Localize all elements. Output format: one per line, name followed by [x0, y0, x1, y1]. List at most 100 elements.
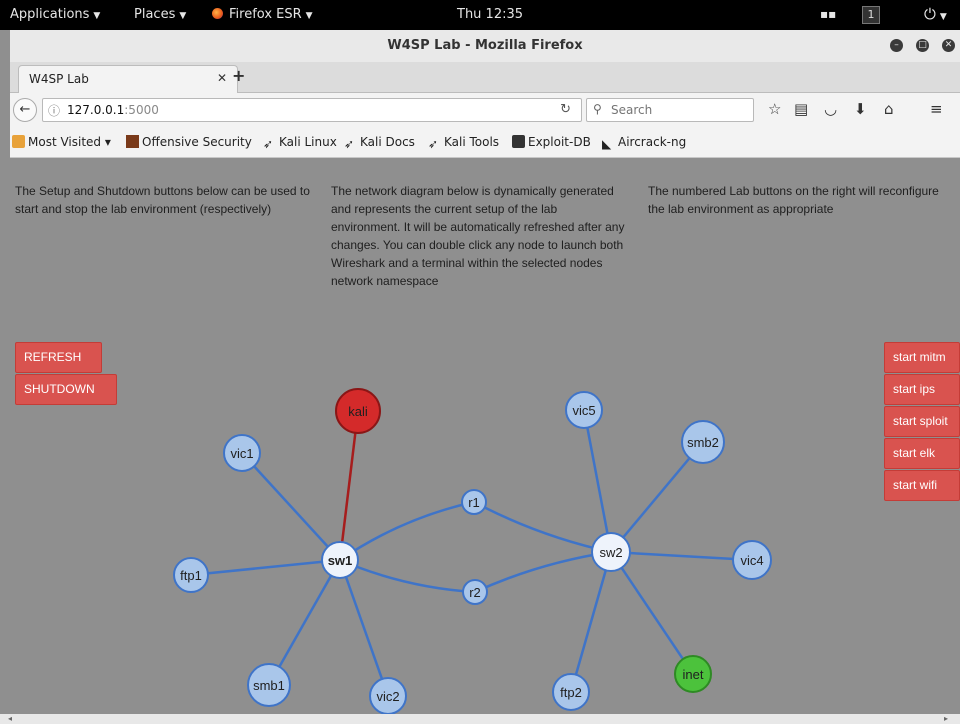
scroll-right-icon[interactable]: ▸	[944, 714, 948, 723]
url-bar[interactable]: ⓘ 127.0.0.1:5000 ↻	[42, 98, 582, 122]
bookmark-offensive-security[interactable]: Offensive Security	[126, 135, 252, 149]
kali-dragon-icon: ➶	[344, 137, 355, 151]
bookmark-kali-docs[interactable]: ➶ Kali Docs	[344, 135, 415, 151]
node-ftp2[interactable]: ftp2	[552, 673, 590, 711]
aircrack-icon: ◣	[602, 137, 612, 151]
home-icon[interactable]: ⌂	[884, 100, 894, 118]
chevron-down-icon: ▼	[93, 11, 101, 21]
link-sw2-vic5	[582, 409, 613, 553]
link-r2-sw2	[474, 550, 612, 594]
node-label: kali	[348, 404, 368, 419]
bookmark-label: Aircrack-ng	[618, 135, 687, 149]
node-label: vic5	[572, 403, 595, 418]
places-label: Places	[134, 7, 176, 22]
node-ftp1[interactable]: ftp1	[173, 557, 209, 593]
search-input[interactable]	[609, 102, 751, 118]
clock[interactable]: Thu 12:35	[457, 7, 523, 22]
camera-icon[interactable]: ▪▪	[820, 7, 836, 21]
node-label: inet	[683, 667, 704, 682]
reload-icon[interactable]: ↻	[560, 102, 571, 117]
scroll-left-icon[interactable]: ◂	[8, 714, 12, 723]
chevron-down-icon: ▼	[305, 11, 313, 21]
node-sw2[interactable]: sw2	[591, 532, 631, 572]
bookmark-label: Most Visited ▾	[28, 135, 111, 149]
horizontal-scrollbar[interactable]: ◂ ▸	[0, 714, 960, 724]
bookmarks-toolbar: Most Visited ▾ Offensive Security ➶ Kali …	[10, 127, 960, 158]
applications-menu[interactable]: Applications ▼	[10, 7, 100, 22]
system-top-bar: Applications ▼ Places ▼ Firefox ESR ▼ Thu 1…	[0, 0, 960, 30]
navigation-bar: ← ⓘ 127.0.0.1:5000 ↻ ⚲ ☆ ▤ ◡ ⬇ ⌂ ≡	[10, 93, 960, 127]
bookmark-aircrack-ng[interactable]: ◣ Aircrack-ng	[602, 135, 687, 151]
maximize-icon[interactable]: □	[916, 39, 929, 52]
node-vic1[interactable]: vic1	[223, 434, 261, 472]
node-label: vic4	[740, 553, 763, 568]
window-title: W4SP Lab - Mozilla Firefox	[387, 38, 583, 53]
search-icon: ⚲	[593, 102, 602, 116]
minimize-icon[interactable]: –	[890, 39, 903, 52]
url-port: :5000	[124, 103, 159, 117]
link-sw1-r1	[339, 500, 475, 562]
bookmark-kali-tools[interactable]: ➶ Kali Tools	[428, 135, 500, 151]
node-label: smb2	[687, 435, 719, 450]
places-menu[interactable]: Places ▼	[134, 7, 186, 22]
link-sw2-ftp2	[569, 551, 613, 693]
node-label: ftp1	[180, 568, 202, 583]
link-sw2-vic4	[610, 550, 753, 562]
node-smb2[interactable]: smb2	[681, 420, 725, 464]
url-host: 127.0.0.1	[67, 103, 125, 117]
new-tab-icon[interactable]: +	[232, 66, 245, 85]
back-arrow-icon[interactable]: ←	[13, 98, 37, 122]
bookmark-exploit-db[interactable]: Exploit-DB	[512, 135, 591, 149]
node-label: sw2	[599, 545, 622, 560]
node-vic2[interactable]: vic2	[369, 677, 407, 714]
url-text[interactable]: 127.0.0.1:5000	[67, 103, 159, 117]
node-r2[interactable]: r2	[462, 579, 488, 605]
tab-strip: W4SP Lab ✕ +	[10, 62, 960, 93]
hamburger-menu-icon[interactable]: ≡	[930, 100, 943, 118]
kali-dragon-icon: ➶	[263, 137, 274, 151]
node-r1[interactable]: r1	[461, 489, 487, 515]
network-diagram[interactable]: kali vic1 sw1 r1 r2 ftp1 smb1 vic2 vic5 smb2 sw2 vi…	[10, 158, 960, 714]
workspace-indicator[interactable]: 1	[862, 6, 880, 24]
link-sw2-inet	[609, 551, 695, 675]
folder-icon	[12, 135, 25, 148]
node-label: smb1	[253, 678, 285, 693]
applications-label: Applications	[10, 7, 90, 22]
bookmark-kali-linux[interactable]: ➶ Kali Linux	[263, 135, 337, 151]
firefox-app-menu[interactable]: Firefox ESR ▼	[212, 7, 313, 22]
firefox-icon	[212, 8, 223, 19]
link-r1-sw2	[473, 500, 612, 554]
bookmark-star-icon[interactable]: ☆	[768, 100, 781, 118]
offsec-icon	[126, 135, 139, 148]
node-label: sw1	[328, 553, 353, 568]
reading-list-icon[interactable]: ▤	[794, 100, 808, 118]
tab-title: W4SP Lab	[29, 72, 89, 86]
link-sw1-ftp1	[190, 558, 341, 577]
node-sw1[interactable]: sw1	[321, 541, 359, 579]
node-smb1[interactable]: smb1	[247, 663, 291, 707]
tab-close-icon[interactable]: ✕	[217, 71, 227, 85]
node-label: vic2	[376, 689, 399, 704]
page-content: The Setup and Shutdown buttons below can…	[10, 158, 960, 714]
node-vic5[interactable]: vic5	[565, 391, 603, 429]
search-bar[interactable]: ⚲	[586, 98, 754, 122]
node-label: ftp2	[560, 685, 582, 700]
node-vic4[interactable]: vic4	[732, 540, 772, 580]
tab-w4sp-lab[interactable]: W4SP Lab ✕	[18, 65, 238, 93]
node-kali[interactable]: kali	[335, 388, 381, 434]
power-icon[interactable]: ⏻ ▼	[924, 5, 947, 23]
bookmark-label: Kali Tools	[444, 135, 500, 149]
link-sw1-vic1	[241, 452, 341, 561]
info-icon[interactable]: ⓘ	[48, 102, 60, 119]
bookmark-label: Kali Docs	[360, 135, 415, 149]
close-icon[interactable]: ✕	[942, 39, 955, 52]
pocket-icon[interactable]: ◡	[824, 100, 837, 118]
download-icon[interactable]: ⬇	[854, 100, 867, 118]
link-sw1-vic2	[338, 559, 390, 697]
bookmark-label: Offensive Security	[142, 135, 252, 149]
bookmark-most-visited[interactable]: Most Visited ▾	[12, 135, 111, 149]
firefox-label: Firefox ESR	[229, 7, 302, 22]
node-label: r1	[468, 495, 480, 510]
node-inet[interactable]: inet	[674, 655, 712, 693]
bookmark-label: Exploit-DB	[528, 135, 591, 149]
